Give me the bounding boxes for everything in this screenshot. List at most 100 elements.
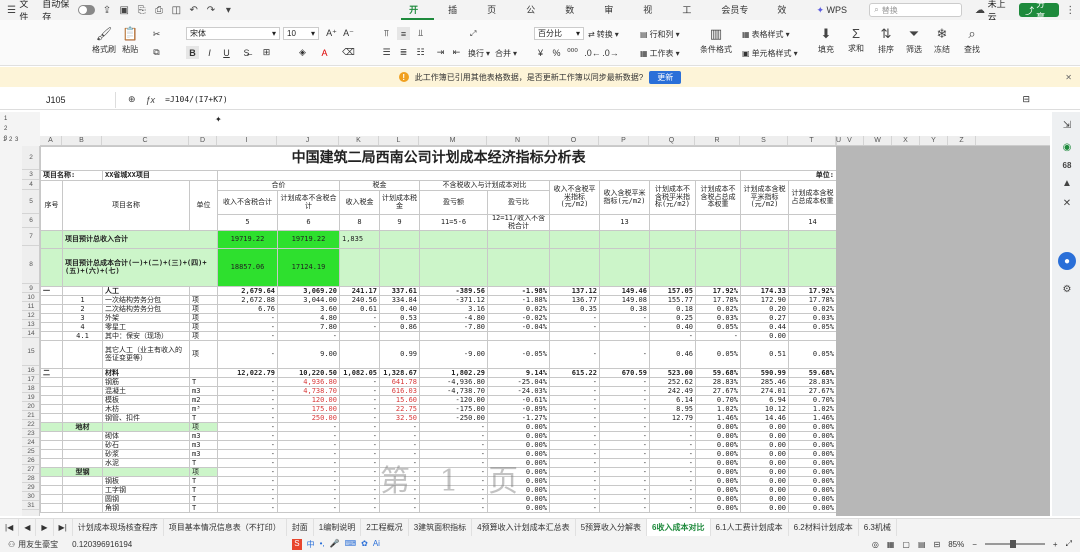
value-cell-p[interactable]: - [599, 413, 650, 424]
filter-button[interactable]: ⏷ 筛选 [906, 26, 922, 55]
value-cell-i[interactable]: - [217, 413, 278, 424]
value-cell-o[interactable]: - [549, 449, 600, 460]
value-cell-i[interactable]: - [217, 322, 278, 333]
value-cell-m[interactable]: -4,936.80 [419, 377, 488, 388]
value-cell-q[interactable]: 12.79 [649, 413, 696, 424]
value-cell-l[interactable] [379, 331, 420, 342]
unit-cell[interactable]: m3 [189, 431, 218, 442]
column-header-cell[interactable]: C [102, 136, 189, 145]
value-cell-q[interactable]: 8.95 [649, 404, 696, 415]
unit-cell[interactable]: T [189, 476, 218, 487]
value-cell-m[interactable]: -371.12 [419, 295, 488, 306]
value-cell-n[interactable]: -1.27% [487, 413, 550, 424]
value-cell-t[interactable]: 0.05% [788, 340, 836, 370]
value-cell-j[interactable]: - [277, 440, 340, 451]
value-cell-n[interactable]: 0.00% [487, 485, 550, 496]
value-cell-r[interactable]: 0.70% [695, 395, 741, 406]
value-cell-t[interactable]: 0.03% [788, 313, 836, 324]
value-cell-o[interactable]: - [549, 377, 600, 388]
sheet-tab[interactable]: 6.1人工费计划成本 [711, 519, 789, 536]
value-cell-s[interactable]: 0.00 [740, 440, 789, 451]
value-cell-q[interactable]: 0.25 [649, 313, 696, 324]
value-cell-m[interactable]: - [419, 485, 488, 496]
value-cell-i[interactable]: - [217, 467, 278, 478]
table-style-button[interactable]: ▦ 表格样式 ▾ [742, 29, 790, 40]
tab-member[interactable]: 会员专享 [713, 0, 763, 35]
more-icon[interactable]: ⋮ [1065, 4, 1076, 16]
value-cell-i[interactable]: - [217, 440, 278, 451]
value-cell-t[interactable]: 0.00% [788, 503, 836, 514]
value-cell-k[interactable]: - [339, 503, 380, 514]
item-name-cell[interactable]: 砂浆 [102, 449, 190, 460]
mic-icon[interactable]: 🎤 [330, 539, 340, 550]
value-cell-o[interactable]: - [549, 458, 600, 469]
value-cell-t[interactable]: 0.00% [788, 476, 836, 487]
value-cell-n[interactable]: -1.98% [487, 286, 550, 297]
value-cell-j[interactable]: 10,220.50 [277, 368, 340, 379]
value-cell-i[interactable]: - [217, 377, 278, 388]
zoom-in-icon[interactable]: + [1053, 540, 1058, 549]
value-cell-r[interactable]: 17.78% [695, 295, 741, 306]
value-cell-n[interactable]: -0.02% [487, 313, 550, 324]
value-cell-r[interactable]: 1.46% [695, 413, 741, 424]
seq-cell[interactable]: 二 [40, 368, 63, 379]
cell[interactable] [379, 230, 420, 250]
value-cell-n[interactable] [487, 331, 550, 342]
strikethrough-icon[interactable]: S̶ [240, 46, 253, 59]
value-cell-j[interactable]: - [277, 503, 340, 514]
tab-tools[interactable]: 工具 [674, 0, 707, 35]
value-cell-o[interactable]: - [549, 340, 600, 370]
value-cell-p[interactable]: - [599, 476, 650, 487]
seq-cell[interactable] [40, 413, 63, 424]
fx-icon[interactable]: ƒx [146, 95, 156, 105]
sub-seq-cell[interactable]: 4 [62, 322, 103, 333]
sub-seq-cell[interactable] [62, 368, 103, 379]
value-cell-p[interactable]: - [599, 386, 650, 397]
value-cell-m[interactable]: - [419, 431, 488, 442]
value-cell-j[interactable]: - [277, 331, 340, 342]
value-cell-r[interactable]: 17.92% [695, 286, 741, 297]
sort-button[interactable]: ⇅ 排序 [878, 26, 894, 55]
font-grow-icon[interactable]: A⁺ [325, 27, 338, 40]
column-header-cell[interactable]: O [549, 136, 599, 145]
sheet-tab[interactable]: 1编制说明 [314, 519, 362, 536]
assistant-icon[interactable]: ◉ [1058, 138, 1076, 156]
cell-style-button[interactable]: ▣ 单元格样式 ▾ [742, 48, 798, 59]
row-header-cell[interactable]: 18 [22, 384, 39, 393]
value-cell-t[interactable]: 0.00% [788, 494, 836, 505]
header-k[interactable]: 收入税金 [339, 190, 380, 215]
value-cell-o[interactable]: - [549, 422, 600, 433]
read-mode-icon[interactable]: ⊟ [934, 540, 941, 549]
outline-level[interactable]: 1 [4, 114, 20, 124]
freeze-button[interactable]: ❄ 冻结 [934, 26, 950, 55]
value-cell-t[interactable]: 1.46% [788, 413, 836, 424]
value-cell-k[interactable] [339, 340, 380, 370]
value-cell-s[interactable]: 0.00 [740, 494, 789, 505]
header-tax[interactable]: 税金 [339, 180, 420, 191]
format-painter-button[interactable]: 🖌 格式刷 [92, 26, 116, 55]
tab-home[interactable]: 开始 [401, 0, 435, 35]
item-name-cell[interactable]: 圆钢 [102, 494, 190, 505]
value-cell-s[interactable]: 0.00 [740, 476, 789, 487]
value-cell-s[interactable]: 14.46 [740, 413, 789, 424]
value-cell-r[interactable]: 59.68% [695, 368, 741, 379]
unit-cell[interactable]: T [189, 503, 218, 514]
find-button[interactable]: ⌕ 查找 [964, 26, 980, 55]
value-cell-r[interactable]: 27.67% [695, 386, 741, 397]
value-cell-o[interactable]: 0.35 [549, 304, 600, 315]
dropdown-icon[interactable]: ▾ [223, 4, 234, 16]
sheet-tab[interactable]: 5预算收入分解表 [576, 519, 648, 536]
value-cell-l[interactable]: - [379, 440, 420, 451]
cell[interactable] [549, 213, 600, 232]
sub-seq-cell[interactable]: 1 [62, 295, 103, 306]
unit-cell[interactable]: T [189, 485, 218, 496]
cell[interactable] [599, 230, 650, 250]
align-top-icon[interactable]: ⫪ [380, 27, 393, 40]
value-cell-n[interactable]: 0.00% [487, 449, 550, 460]
value-cell-o[interactable] [549, 331, 600, 342]
close-icon[interactable]: ✕ [1058, 194, 1076, 212]
font-shrink-icon[interactable]: A⁻ [342, 27, 355, 40]
expand-panel-icon[interactable]: ⇲ [1058, 116, 1076, 134]
value-cell-r[interactable]: 0.00% [695, 503, 741, 514]
value-cell-i[interactable]: 2,679.64 [217, 286, 278, 297]
